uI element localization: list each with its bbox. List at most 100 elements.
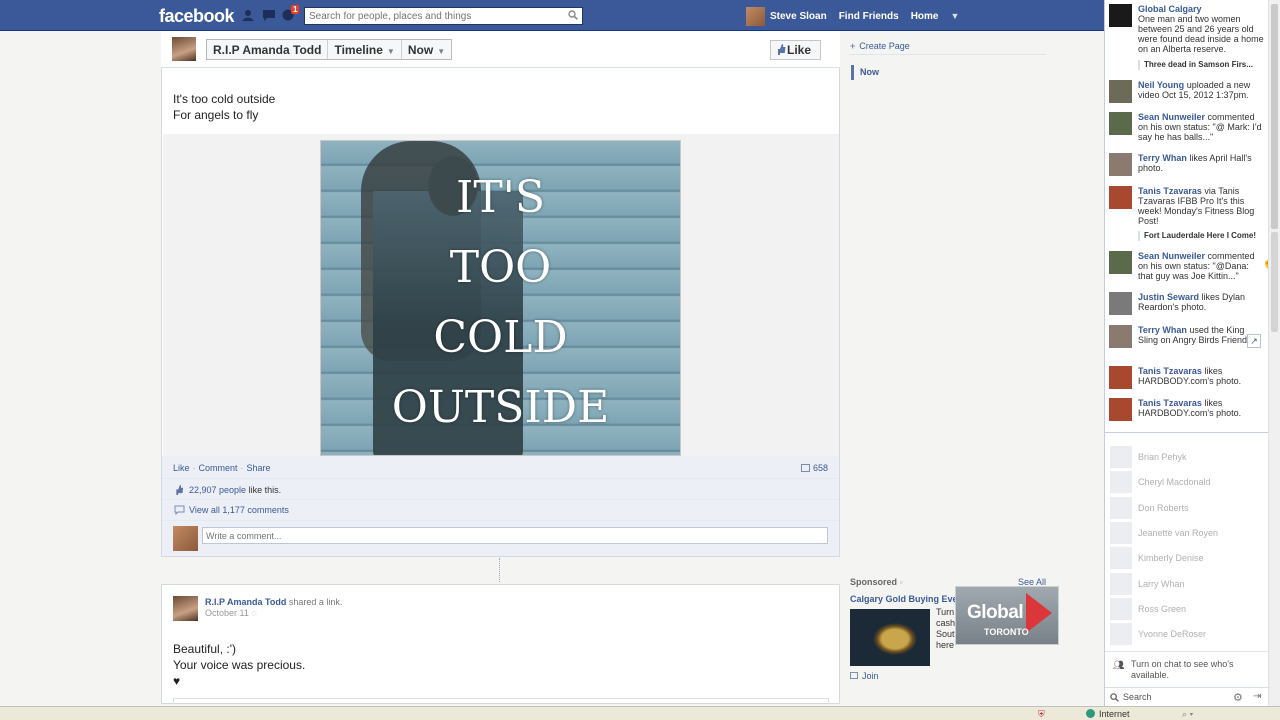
post-date: October 11 ◌ xyxy=(205,608,257,618)
timeline-nav-now[interactable]: Now xyxy=(851,65,879,80)
create-page-label: Create Page xyxy=(859,41,910,51)
chat-friend[interactable]: Kimberly Denise xyxy=(1110,547,1260,569)
open-external-icon[interactable]: ↗ xyxy=(1247,334,1261,348)
now-label: Now xyxy=(407,43,434,57)
gear-icon[interactable]: ⚙ xyxy=(1233,691,1243,704)
browser-status-bar: ⛨ Internet ⌕ ▾ xyxy=(0,706,1280,720)
likes-count-link[interactable]: 22,907 people xyxy=(189,485,246,495)
page-avatar[interactable] xyxy=(172,37,196,61)
chat-friend[interactable]: Brian Pehyk xyxy=(1110,446,1260,468)
audience-globe-icon[interactable]: ◌ xyxy=(251,608,256,618)
friend-requests-icon[interactable] xyxy=(241,9,255,21)
chat-friend-name: Cheryl Macdonald xyxy=(1138,477,1211,487)
post-text-line: For angels to fly xyxy=(173,108,259,122)
chat-friend-avatar xyxy=(1110,623,1132,645)
like-page-button[interactable]: Like xyxy=(770,40,821,60)
timeline-dropdown[interactable]: Timeline ▼ xyxy=(328,40,402,59)
ticker-text: Tanis Tzavaras likes HARDBODY.com's phot… xyxy=(1138,366,1266,386)
ticker-avatar xyxy=(1109,80,1132,103)
like-link[interactable]: Like xyxy=(173,463,190,473)
post-text-line: Beautiful, :') xyxy=(173,642,236,656)
facebook-logo[interactable]: facebook xyxy=(159,6,235,27)
comment-link[interactable]: Comment xyxy=(199,463,238,473)
search-icon xyxy=(1110,693,1119,702)
post-action-text: shared a link. xyxy=(288,597,343,607)
ticker-avatar xyxy=(1109,153,1132,176)
ticker-attachment[interactable]: Fort Lauderdale Here I Come! xyxy=(1138,231,1256,241)
ticker-scroll-thumb[interactable] xyxy=(1271,4,1278,229)
chat-friend[interactable]: Jeanette van Royen xyxy=(1110,522,1260,544)
security-zone: Internet xyxy=(1086,709,1130,719)
ad-join-label: Join xyxy=(862,671,879,681)
ticker-actor[interactable]: Global Calgary xyxy=(1138,4,1202,14)
search-icon[interactable] xyxy=(568,10,578,20)
view-all-comments-row: View all 1,177 comments xyxy=(162,499,839,519)
ticker-text: Sean Nunweiler commented on his own stat… xyxy=(1138,112,1266,142)
post-author-link[interactable]: R.I.P Amanda Todd xyxy=(205,597,286,607)
separator-dot: · xyxy=(192,463,196,473)
timeline-breadcrumb: R.I.P Amanda Todd Timeline ▼ Now ▼ xyxy=(206,39,453,60)
home-link[interactable]: Home xyxy=(911,11,939,22)
ad-image[interactable] xyxy=(850,609,930,666)
create-page-link[interactable]: + Create Page xyxy=(850,41,910,51)
ticker-text: Global Calgary One man and two women betw… xyxy=(1138,4,1266,54)
comment-count[interactable]: 658 xyxy=(800,463,828,473)
user-name-link[interactable]: Steve Sloan xyxy=(770,11,827,22)
ad-join-link[interactable]: Join xyxy=(850,671,879,681)
post-photo[interactable]: IT'S TOO COLD OUTSIDE FOR xyxy=(320,140,681,456)
chat-search-bar[interactable]: Search ⚙ ⇥ xyxy=(1105,687,1269,707)
now-dropdown[interactable]: Now ▼ xyxy=(402,40,451,59)
ticker-avatar xyxy=(1109,112,1132,135)
messages-icon[interactable] xyxy=(262,9,276,21)
people-icon: 👥︎ xyxy=(1113,660,1125,670)
ticker-actor[interactable]: Tanis Tzavaras xyxy=(1138,186,1202,196)
global-logo-text: Global xyxy=(967,602,1024,623)
ticker-item[interactable]: Global Calgary One man and two women betw… xyxy=(1109,4,1265,74)
chat-friend[interactable]: Cheryl Macdonald xyxy=(1110,471,1260,493)
page-name-crumb[interactable]: R.I.P Amanda Todd xyxy=(207,40,329,59)
page-scroll-thumb[interactable] xyxy=(1271,232,1278,332)
write-comment-input[interactable] xyxy=(202,527,828,544)
chat-friend[interactable]: Yvonne DeRoser xyxy=(1110,623,1260,645)
ticker-actor[interactable]: Sean Nunweiler xyxy=(1138,112,1205,122)
ticker-feed: Global Calgary One man and two women betw… xyxy=(1104,0,1268,432)
ticker-actor[interactable]: Tanis Tzavaras xyxy=(1138,398,1202,408)
chat-friend-name: Larry Whan xyxy=(1138,579,1185,589)
user-avatar[interactable] xyxy=(746,6,765,26)
search-input[interactable] xyxy=(305,8,555,24)
likes-suffix: like this. xyxy=(248,485,282,495)
ticker-actor[interactable]: Terry Whan xyxy=(1138,325,1187,335)
ticker-actor[interactable]: Justin Seward xyxy=(1138,292,1199,302)
link-preview[interactable] xyxy=(173,698,829,704)
chat-friend[interactable]: Larry Whan xyxy=(1110,573,1260,595)
chat-friend-name: Kimberly Denise xyxy=(1138,553,1204,563)
share-link[interactable]: Share xyxy=(247,463,271,473)
ad-title-link[interactable]: Calgary Gold Buying Eve xyxy=(850,594,958,604)
ticker-actor[interactable]: Terry Whan xyxy=(1138,153,1187,163)
chat-friend[interactable]: Don Roberts xyxy=(1110,497,1260,519)
sponsored-heading: Sponsored ▫ xyxy=(850,577,903,587)
view-all-comments-link[interactable]: View all 1,177 comments xyxy=(189,505,289,515)
ticker-avatar xyxy=(1109,292,1132,315)
zoom-control-icon[interactable]: ⌕ ▾ xyxy=(1182,709,1193,720)
ticker-item[interactable]: Tanis Tzavaras via Tanis Tzavaras IFBB P… xyxy=(1109,186,1265,242)
account-menu-caret-icon[interactable]: ▼ xyxy=(951,11,960,21)
ticker-actor[interactable]: Neil Young xyxy=(1138,80,1184,90)
page-scrollbar[interactable] xyxy=(1268,0,1280,706)
ticker-actor[interactable]: Sean Nunweiler xyxy=(1138,251,1205,261)
turn-on-chat-link[interactable]: Turn on chat to see who's available. xyxy=(1131,659,1233,680)
notification-badge: 1 xyxy=(291,5,300,14)
dropdown-triangle-icon: ▼ xyxy=(437,47,446,56)
photo-word: FOR xyxy=(321,443,680,455)
chat-friend[interactable]: Ross Green xyxy=(1110,598,1260,620)
ticker-attachment[interactable]: Three dead in Samson Firs... xyxy=(1138,60,1253,70)
find-friends-link[interactable]: Find Friends xyxy=(839,11,899,22)
ticker-avatar xyxy=(1109,251,1132,274)
timeline-header-bar: R.I.P Amanda Todd Timeline ▼ Now ▼ Like xyxy=(161,31,840,68)
popout-icon[interactable]: ⇥ xyxy=(1253,691,1261,702)
ad-info-icon[interactable]: ▫ xyxy=(900,577,903,587)
post-author-avatar[interactable] xyxy=(173,596,198,621)
search-bar[interactable] xyxy=(304,7,583,25)
post-date-link[interactable]: October 11 xyxy=(205,608,249,618)
ticker-actor[interactable]: Tanis Tzavaras xyxy=(1138,366,1202,376)
